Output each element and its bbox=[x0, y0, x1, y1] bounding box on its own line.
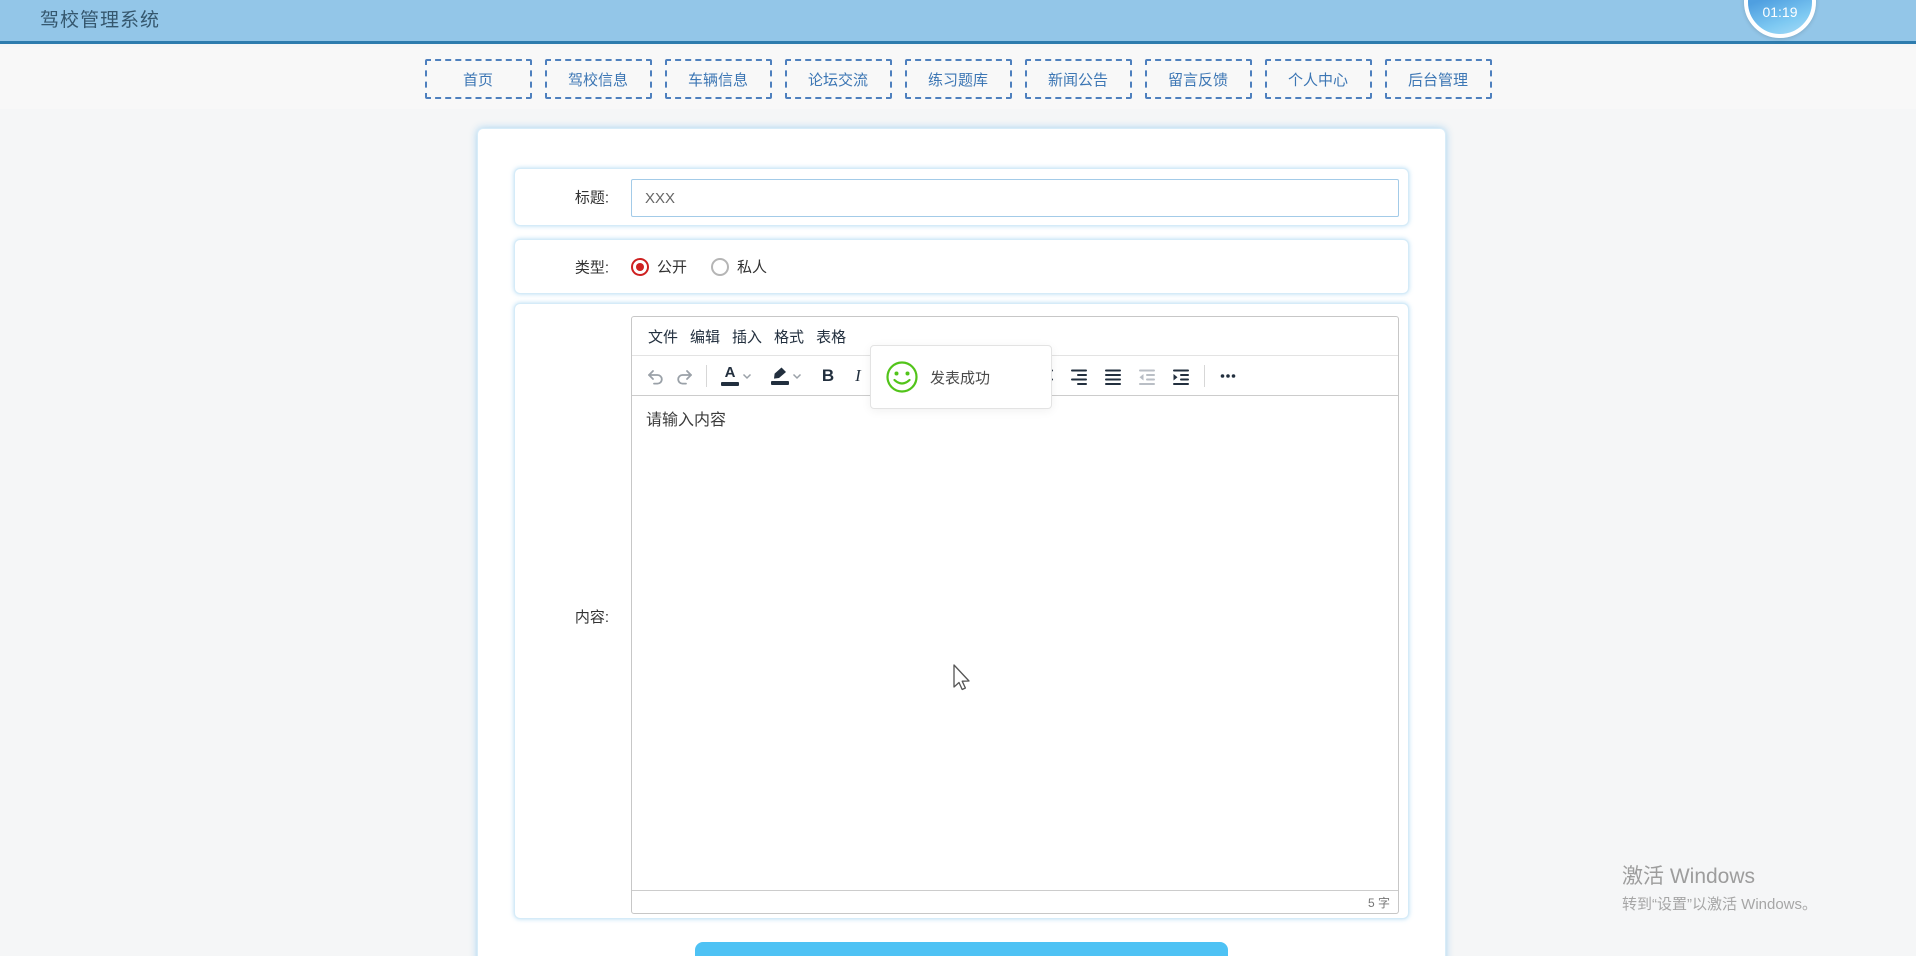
nav-item-admin[interactable]: 后台管理 bbox=[1384, 59, 1492, 99]
watermark-line1: 激活 Windows bbox=[1622, 865, 1756, 888]
content-label: 内容: bbox=[574, 609, 609, 626]
nav-item-home[interactable]: 首页 bbox=[424, 59, 532, 99]
align-right-icon[interactable] bbox=[1062, 361, 1096, 391]
background-color-icon bbox=[771, 367, 789, 385]
menu-insert[interactable]: 插入 bbox=[726, 326, 768, 347]
radio-private-label: 私人 bbox=[737, 259, 768, 276]
radio-option-private[interactable]: 私人 bbox=[711, 256, 767, 277]
success-toast: 发表成功 bbox=[870, 345, 1052, 409]
indent-icon[interactable] bbox=[1164, 361, 1198, 391]
nav-item-forum[interactable]: 论坛交流 bbox=[784, 59, 892, 99]
redo-icon[interactable] bbox=[670, 361, 700, 391]
menu-table[interactable]: 表格 bbox=[810, 326, 852, 347]
italic-icon[interactable]: I bbox=[843, 361, 873, 391]
watermark-line2: 转到“设置”以激活 Windows。 bbox=[1622, 896, 1818, 913]
toolbar-divider bbox=[706, 364, 707, 387]
menu-edit[interactable]: 编辑 bbox=[684, 326, 726, 347]
text-color-button[interactable]: A bbox=[713, 365, 763, 386]
app-title: 驾校管理系统 bbox=[40, 10, 161, 31]
post-form-panel: 标题: 类型: 公开 私人 内容: 文件 编辑 bbox=[477, 128, 1446, 956]
page: 驾校管理系统 01:19 首页 驾校信息 车辆信息 论坛交流 练习题库 新闻公告… bbox=[0, 0, 1916, 956]
toast-message: 发表成功 bbox=[930, 369, 991, 387]
radio-unselected-icon[interactable] bbox=[711, 257, 730, 276]
smiley-success-icon bbox=[886, 361, 918, 393]
nav-item-practice-bank[interactable]: 练习题库 bbox=[904, 59, 1012, 99]
word-count: 5 字 bbox=[1367, 896, 1390, 910]
menu-file[interactable]: 文件 bbox=[642, 326, 684, 347]
type-row: 类型: 公开 私人 bbox=[514, 239, 1409, 294]
mouse-cursor bbox=[953, 664, 970, 691]
title-row: 标题: bbox=[514, 168, 1409, 226]
toolbar-divider bbox=[1204, 364, 1205, 387]
text-color-icon: A bbox=[721, 365, 739, 386]
editor-statusbar: 5 字 bbox=[632, 890, 1398, 914]
app-header: 驾校管理系统 01:19 bbox=[0, 0, 1916, 44]
type-label: 类型: bbox=[574, 259, 609, 276]
menu-format[interactable]: 格式 bbox=[768, 326, 810, 347]
chevron-down-icon bbox=[742, 373, 752, 379]
windows-activation-watermark: 激活 Windows 转到“设置”以激活 Windows。 bbox=[1622, 860, 1817, 914]
editor-content-area[interactable]: 请输入内容 bbox=[632, 396, 1398, 890]
radio-selected-icon[interactable] bbox=[631, 257, 649, 276]
clock-widget: 01:19 bbox=[1744, 0, 1816, 38]
clock-time: 01:19 bbox=[1762, 4, 1798, 20]
submit-button[interactable] bbox=[695, 942, 1228, 956]
nav-item-feedback[interactable]: 留言反馈 bbox=[1144, 59, 1252, 99]
main-nav: 首页 驾校信息 车辆信息 论坛交流 练习题库 新闻公告 留言反馈 个人中心 后台… bbox=[0, 47, 1916, 109]
undo-icon[interactable] bbox=[640, 361, 670, 391]
align-justify-icon[interactable] bbox=[1096, 361, 1130, 391]
editor-content-text: 请输入内容 bbox=[646, 412, 727, 429]
more-options-icon[interactable] bbox=[1211, 361, 1245, 391]
title-input[interactable] bbox=[631, 179, 1399, 217]
radio-public-label: 公开 bbox=[657, 259, 688, 276]
type-radio-group: 公开 私人 bbox=[631, 240, 767, 293]
chevron-down-icon bbox=[792, 373, 802, 379]
nav-item-personal-center[interactable]: 个人中心 bbox=[1264, 59, 1372, 99]
nav-item-school-info[interactable]: 驾校信息 bbox=[544, 59, 652, 99]
title-label: 标题: bbox=[574, 189, 609, 207]
background-color-button[interactable] bbox=[763, 367, 813, 385]
nav-item-news[interactable]: 新闻公告 bbox=[1024, 59, 1132, 99]
nav-item-vehicle-info[interactable]: 车辆信息 bbox=[664, 59, 772, 99]
radio-option-public[interactable]: 公开 bbox=[631, 256, 687, 277]
bold-icon[interactable]: B bbox=[813, 361, 843, 391]
outdent-icon[interactable] bbox=[1130, 361, 1164, 391]
